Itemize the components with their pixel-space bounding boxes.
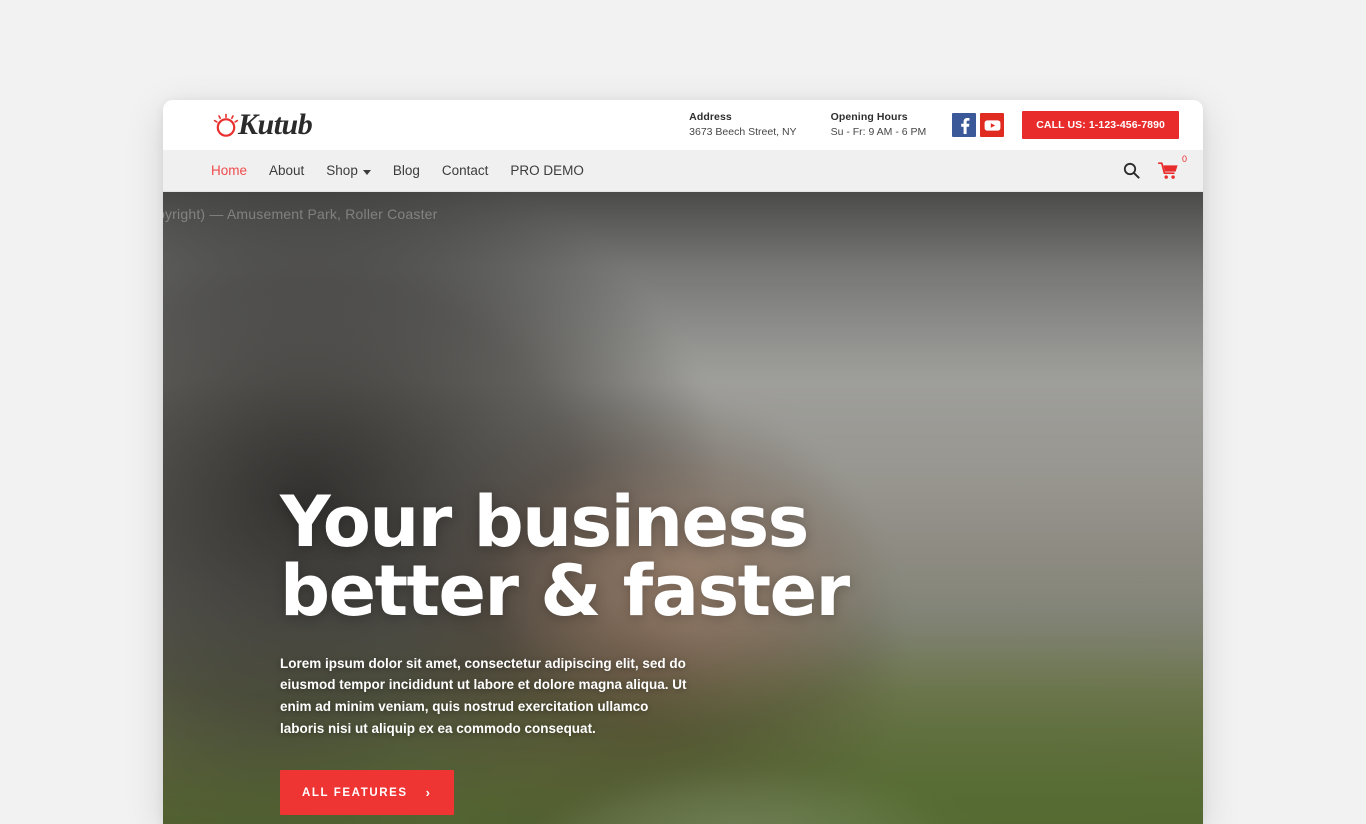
opening-hours-block: Opening Hours Su - Fr: 9 AM - 6 PM [831,110,927,140]
nav-item-contact-label: Contact [441,163,489,178]
nav-item-blog[interactable]: Blog [393,163,420,178]
hero-title: Your business better & faster [280,481,920,633]
sun-circle-icon [211,110,241,140]
hero-image-caption: opyright) — Amusement Park, Roller Coast… [163,206,438,222]
site-header: Kutub Address 3673 Beech Street, NY Open… [163,100,1203,150]
nav-item-about[interactable]: About [269,163,304,178]
nav-item-blog-label: Blog [392,163,420,178]
hero-title-line-2: better & faster [280,550,850,633]
hero-paragraph: Lorem ipsum dolor sit amet, consectetur … [280,655,687,737]
nav-item-contact[interactable]: Contact [442,163,489,178]
browser-window: Kutub Address 3673 Beech Street, NY Open… [163,100,1203,824]
nav-item-home-label: Home [211,163,248,178]
nav-item-pro-demo[interactable]: PRO DEMO [510,163,584,178]
nav-item-shop-label: Shop [326,163,358,178]
nav-item-shop[interactable]: Shop [326,163,371,178]
search-icon[interactable] [1123,162,1140,179]
site-logo[interactable]: Kutub [211,105,313,145]
hero-section: opyright) — Amusement Park, Roller Coast… [163,192,1203,824]
address-value: 3673 Beech Street, NY [689,126,797,138]
address-label: Address [689,110,732,123]
nav-item-about-label: About [269,163,305,178]
address-block: Address 3673 Beech Street, NY [689,110,796,140]
youtube-icon[interactable] [980,113,1005,137]
chevron-right-icon: › [425,785,432,801]
call-us-button[interactable]: CALL US: 1-123-456-7890 [1022,111,1179,139]
cart-count-badge: 0 [1181,153,1187,164]
social-links [952,113,1005,137]
nav-tools: 0 [1123,154,1187,180]
nav-items: Home About Shop Blog Contact PRO DEMO [211,163,584,178]
nav-item-home[interactable]: Home [211,163,247,178]
facebook-icon[interactable] [952,113,977,137]
all-features-label: ALL FEATURES [302,786,408,799]
opening-hours-value: Su - Fr: 9 AM - 6 PM [830,126,927,138]
header-info-group: Address 3673 Beech Street, NY Opening Ho… [689,110,926,140]
logo-text: Kutub [238,108,313,141]
hero-title-line-1: Your business [280,481,809,563]
chevron-down-icon [362,169,371,175]
hero-content: Your business better & faster Lorem ipsu… [280,481,920,816]
main-navigation: Home About Shop Blog Contact PRO DEMO 0 [163,150,1203,192]
all-features-button[interactable]: ALL FEATURES › [280,770,454,816]
opening-hours-label: Opening Hours [830,110,908,123]
shopping-cart-icon[interactable]: 0 [1158,154,1187,180]
nav-item-pro-demo-label: PRO DEMO [510,163,584,178]
